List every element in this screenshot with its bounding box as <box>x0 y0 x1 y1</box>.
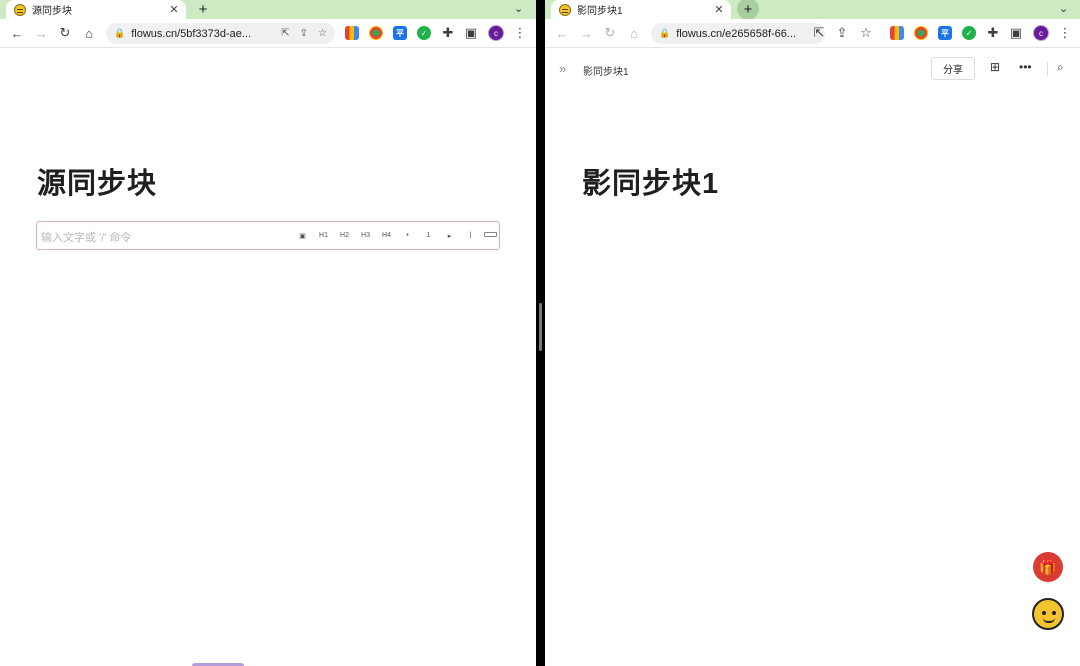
extension-blue-icon[interactable]: 平 <box>393 26 407 40</box>
share-icon[interactable]: ⇪ <box>300 28 308 39</box>
extension-blue-icon[interactable]: 平 <box>938 26 952 40</box>
tool-text-block[interactable]: ▣ <box>292 232 313 240</box>
left-page-content: 源同步块 输入文字或 '/' 命令 ▣ H1 H2 H3 H4 • 1 ▸ | <box>0 48 536 666</box>
right-page-content: » 影同步块1 分享 ⊞ ••• ⌕ 影同步块1 🎁 <box>545 48 1080 666</box>
tool-h1[interactable]: H1 <box>313 232 334 239</box>
mascot-mouth <box>1043 618 1055 623</box>
home-icon[interactable]: ⌂ <box>626 25 642 41</box>
tab-search-chevron-icon[interactable]: ⌄ <box>1059 2 1068 15</box>
share-icon[interactable]: ⇪ <box>834 25 850 41</box>
new-tab-button[interactable]: + <box>193 0 213 19</box>
profile-avatar[interactable]: c <box>1033 25 1049 41</box>
split-screen: 源同步块 ✕ + ⌄ ← → ↻ ⌂ 🔒 flowus.cn/5bf3373d-… <box>0 0 1080 666</box>
tool-divider-icon[interactable] <box>484 232 497 237</box>
nav-divider <box>1047 62 1048 76</box>
bookmark-add-icon[interactable]: ⊞ <box>990 60 1000 74</box>
extension-color-icon[interactable] <box>914 26 928 40</box>
tool-bullet-list[interactable]: • <box>397 232 418 239</box>
sidebar-toggle-icon[interactable]: » <box>559 61 566 76</box>
share-button[interactable]: 分享 <box>931 57 975 80</box>
right-tab[interactable]: 影同步块1 ✕ <box>551 0 731 19</box>
search-icon[interactable]: ⌕ <box>1057 60 1064 75</box>
tab-search-chevron-icon[interactable]: ⌄ <box>514 2 523 15</box>
right-address-bar[interactable]: 🔒 flowus.cn/e265658f-66... <box>651 23 825 44</box>
side-panel-icon[interactable]: ▣ <box>463 25 479 41</box>
divider-grip-handle[interactable] <box>539 303 542 351</box>
editor-format-toolbar: ▣ H1 H2 H3 H4 • 1 ▸ | <box>292 222 481 249</box>
synced-block-editor[interactable]: 输入文字或 '/' 命令 ▣ H1 H2 H3 H4 • 1 ▸ | <box>36 221 500 250</box>
lock-icon[interactable]: 🔒 <box>659 28 670 39</box>
gift-icon[interactable]: 🎁 <box>1033 552 1063 582</box>
reload-icon[interactable]: ↻ <box>602 25 618 41</box>
browser-menu-icon[interactable]: ⋮ <box>1057 25 1073 41</box>
reload-icon[interactable]: ↻ <box>57 25 73 41</box>
tool-quote[interactable]: | <box>460 232 481 239</box>
tool-h4[interactable]: H4 <box>376 232 397 239</box>
forward-icon[interactable]: → <box>578 25 594 41</box>
back-icon[interactable]: ← <box>554 25 570 41</box>
close-tab-icon[interactable]: ✕ <box>713 3 725 16</box>
extension-grid-icon[interactable] <box>345 26 359 40</box>
editor-placeholder: 输入文字或 '/' 命令 <box>41 232 132 244</box>
left-address-bar[interactable]: 🔒 flowus.cn/5bf3373d-ae... ⇱ ⇪ ☆ <box>106 23 335 44</box>
extension-grid-icon[interactable] <box>890 26 904 40</box>
page-title[interactable]: 影同步块1 <box>582 160 719 202</box>
right-browser-window: 影同步块1 ✕ + ⌄ ← → ↻ ⌂ 🔒 flowus.cn/e265658f… <box>545 0 1080 666</box>
right-tab-title: 影同步块1 <box>577 6 623 17</box>
left-url-text: flowus.cn/5bf3373d-ae... <box>131 27 252 40</box>
breadcrumb[interactable]: 影同步块1 <box>583 63 629 78</box>
side-panel-icon[interactable]: ▣ <box>1008 25 1024 41</box>
extension-green-icon[interactable]: ✓ <box>417 26 431 40</box>
forward-icon[interactable]: → <box>33 25 49 41</box>
lock-icon[interactable]: 🔒 <box>114 28 125 39</box>
browser-menu-icon[interactable]: ⋮ <box>512 25 528 41</box>
profile-avatar[interactable]: c <box>488 25 504 41</box>
extensions-puzzle-icon[interactable]: ✚ <box>440 25 456 41</box>
new-tab-button[interactable]: + <box>737 0 759 20</box>
home-icon[interactable]: ⌂ <box>81 25 97 41</box>
more-options-icon[interactable]: ••• <box>1019 60 1032 74</box>
help-mascot-icon[interactable] <box>1032 598 1064 630</box>
left-tab-strip: 源同步块 ✕ + ⌄ <box>0 0 536 19</box>
back-icon[interactable]: ← <box>9 25 25 41</box>
bookmark-star-icon[interactable]: ☆ <box>318 28 327 39</box>
bookmark-star-icon[interactable]: ☆ <box>858 25 874 41</box>
tool-toggle-list[interactable]: ▸ <box>439 232 460 240</box>
flowus-top-nav: » 影同步块1 分享 ⊞ ••• ⌕ <box>545 48 1080 90</box>
extension-color-icon[interactable] <box>369 26 383 40</box>
extension-green-icon[interactable]: ✓ <box>962 26 976 40</box>
tool-h3[interactable]: H3 <box>355 232 376 239</box>
left-tab-title: 源同步块 <box>32 6 72 17</box>
close-tab-icon[interactable]: ✕ <box>168 3 180 16</box>
open-external-icon[interactable]: ⇱ <box>811 25 827 41</box>
page-title[interactable]: 源同步块 <box>37 160 157 202</box>
flowus-favicon-icon <box>14 3 26 16</box>
right-browser-toolbar: ← → ↻ ⌂ 🔒 flowus.cn/e265658f-66... ⇱ ⇪ ☆… <box>545 19 1080 48</box>
extensions-puzzle-icon[interactable]: ✚ <box>985 25 1001 41</box>
left-browser-window: 源同步块 ✕ + ⌄ ← → ↻ ⌂ 🔒 flowus.cn/5bf3373d-… <box>0 0 536 666</box>
left-tab[interactable]: 源同步块 ✕ <box>6 0 186 19</box>
tool-numbered-list[interactable]: 1 <box>418 232 439 239</box>
open-external-icon[interactable]: ⇱ <box>281 28 289 39</box>
right-url-text: flowus.cn/e265658f-66... <box>676 27 797 40</box>
left-browser-toolbar: ← → ↻ ⌂ 🔒 flowus.cn/5bf3373d-ae... ⇱ ⇪ ☆… <box>0 19 536 48</box>
split-divider[interactable] <box>536 0 545 666</box>
tool-h2[interactable]: H2 <box>334 232 355 239</box>
flowus-favicon-icon <box>559 3 571 16</box>
right-tab-strip: 影同步块1 ✕ + ⌄ <box>545 0 1080 20</box>
